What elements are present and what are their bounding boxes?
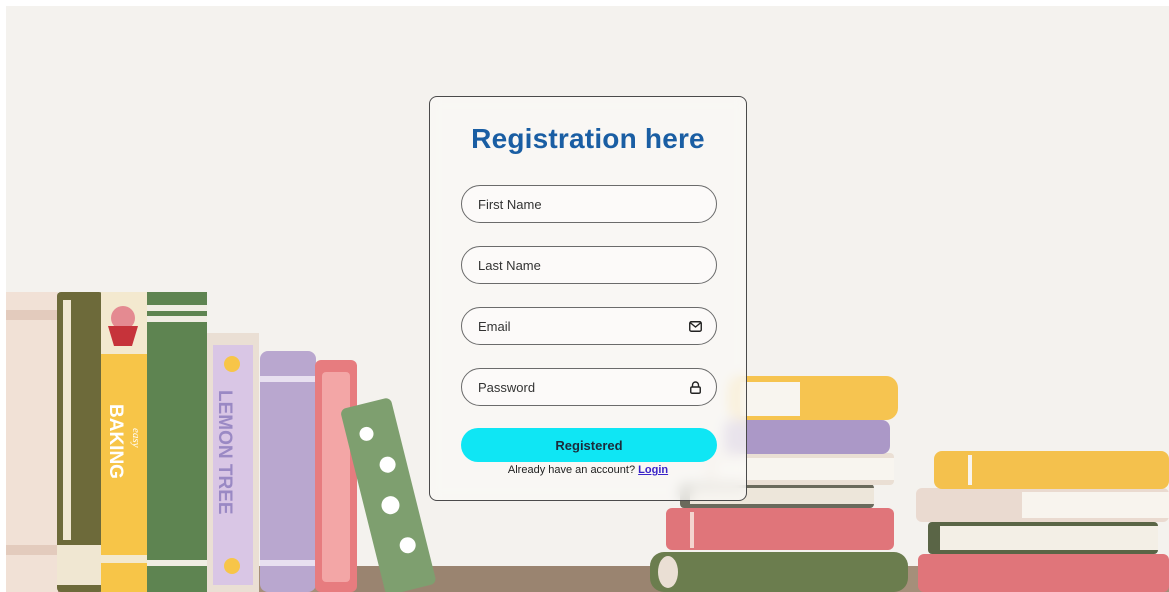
register-button[interactable]: Registered (461, 428, 717, 462)
last-name-input[interactable] (476, 256, 702, 274)
form-title: Registration here (471, 123, 705, 154)
envelope-icon (688, 319, 702, 333)
right-books (916, 451, 1169, 592)
login-link[interactable]: Login (638, 464, 668, 476)
registration-card: Registration here First Name Last Name E… (429, 96, 747, 501)
spine-baking: BAKING (105, 404, 126, 479)
last-name-field[interactable] (461, 246, 717, 284)
email-input[interactable] (476, 317, 688, 335)
spine-easy: easy (130, 428, 142, 448)
lock-icon (688, 380, 702, 394)
top-border (0, 0, 1169, 6)
spine-lemon-tree: LEMON TREE (214, 390, 235, 515)
email-field[interactable] (461, 307, 717, 345)
page-background: BAKING easy LEMON TREE Registration here (0, 0, 1169, 592)
password-field[interactable] (461, 368, 717, 406)
password-input[interactable] (476, 378, 688, 396)
login-prompt: Already have an account? Login (430, 464, 746, 476)
first-name-input[interactable] (476, 195, 702, 213)
login-prompt-text: Already have an account? (507, 464, 639, 476)
left-border (0, 0, 6, 592)
first-name-field[interactable] (461, 185, 717, 223)
